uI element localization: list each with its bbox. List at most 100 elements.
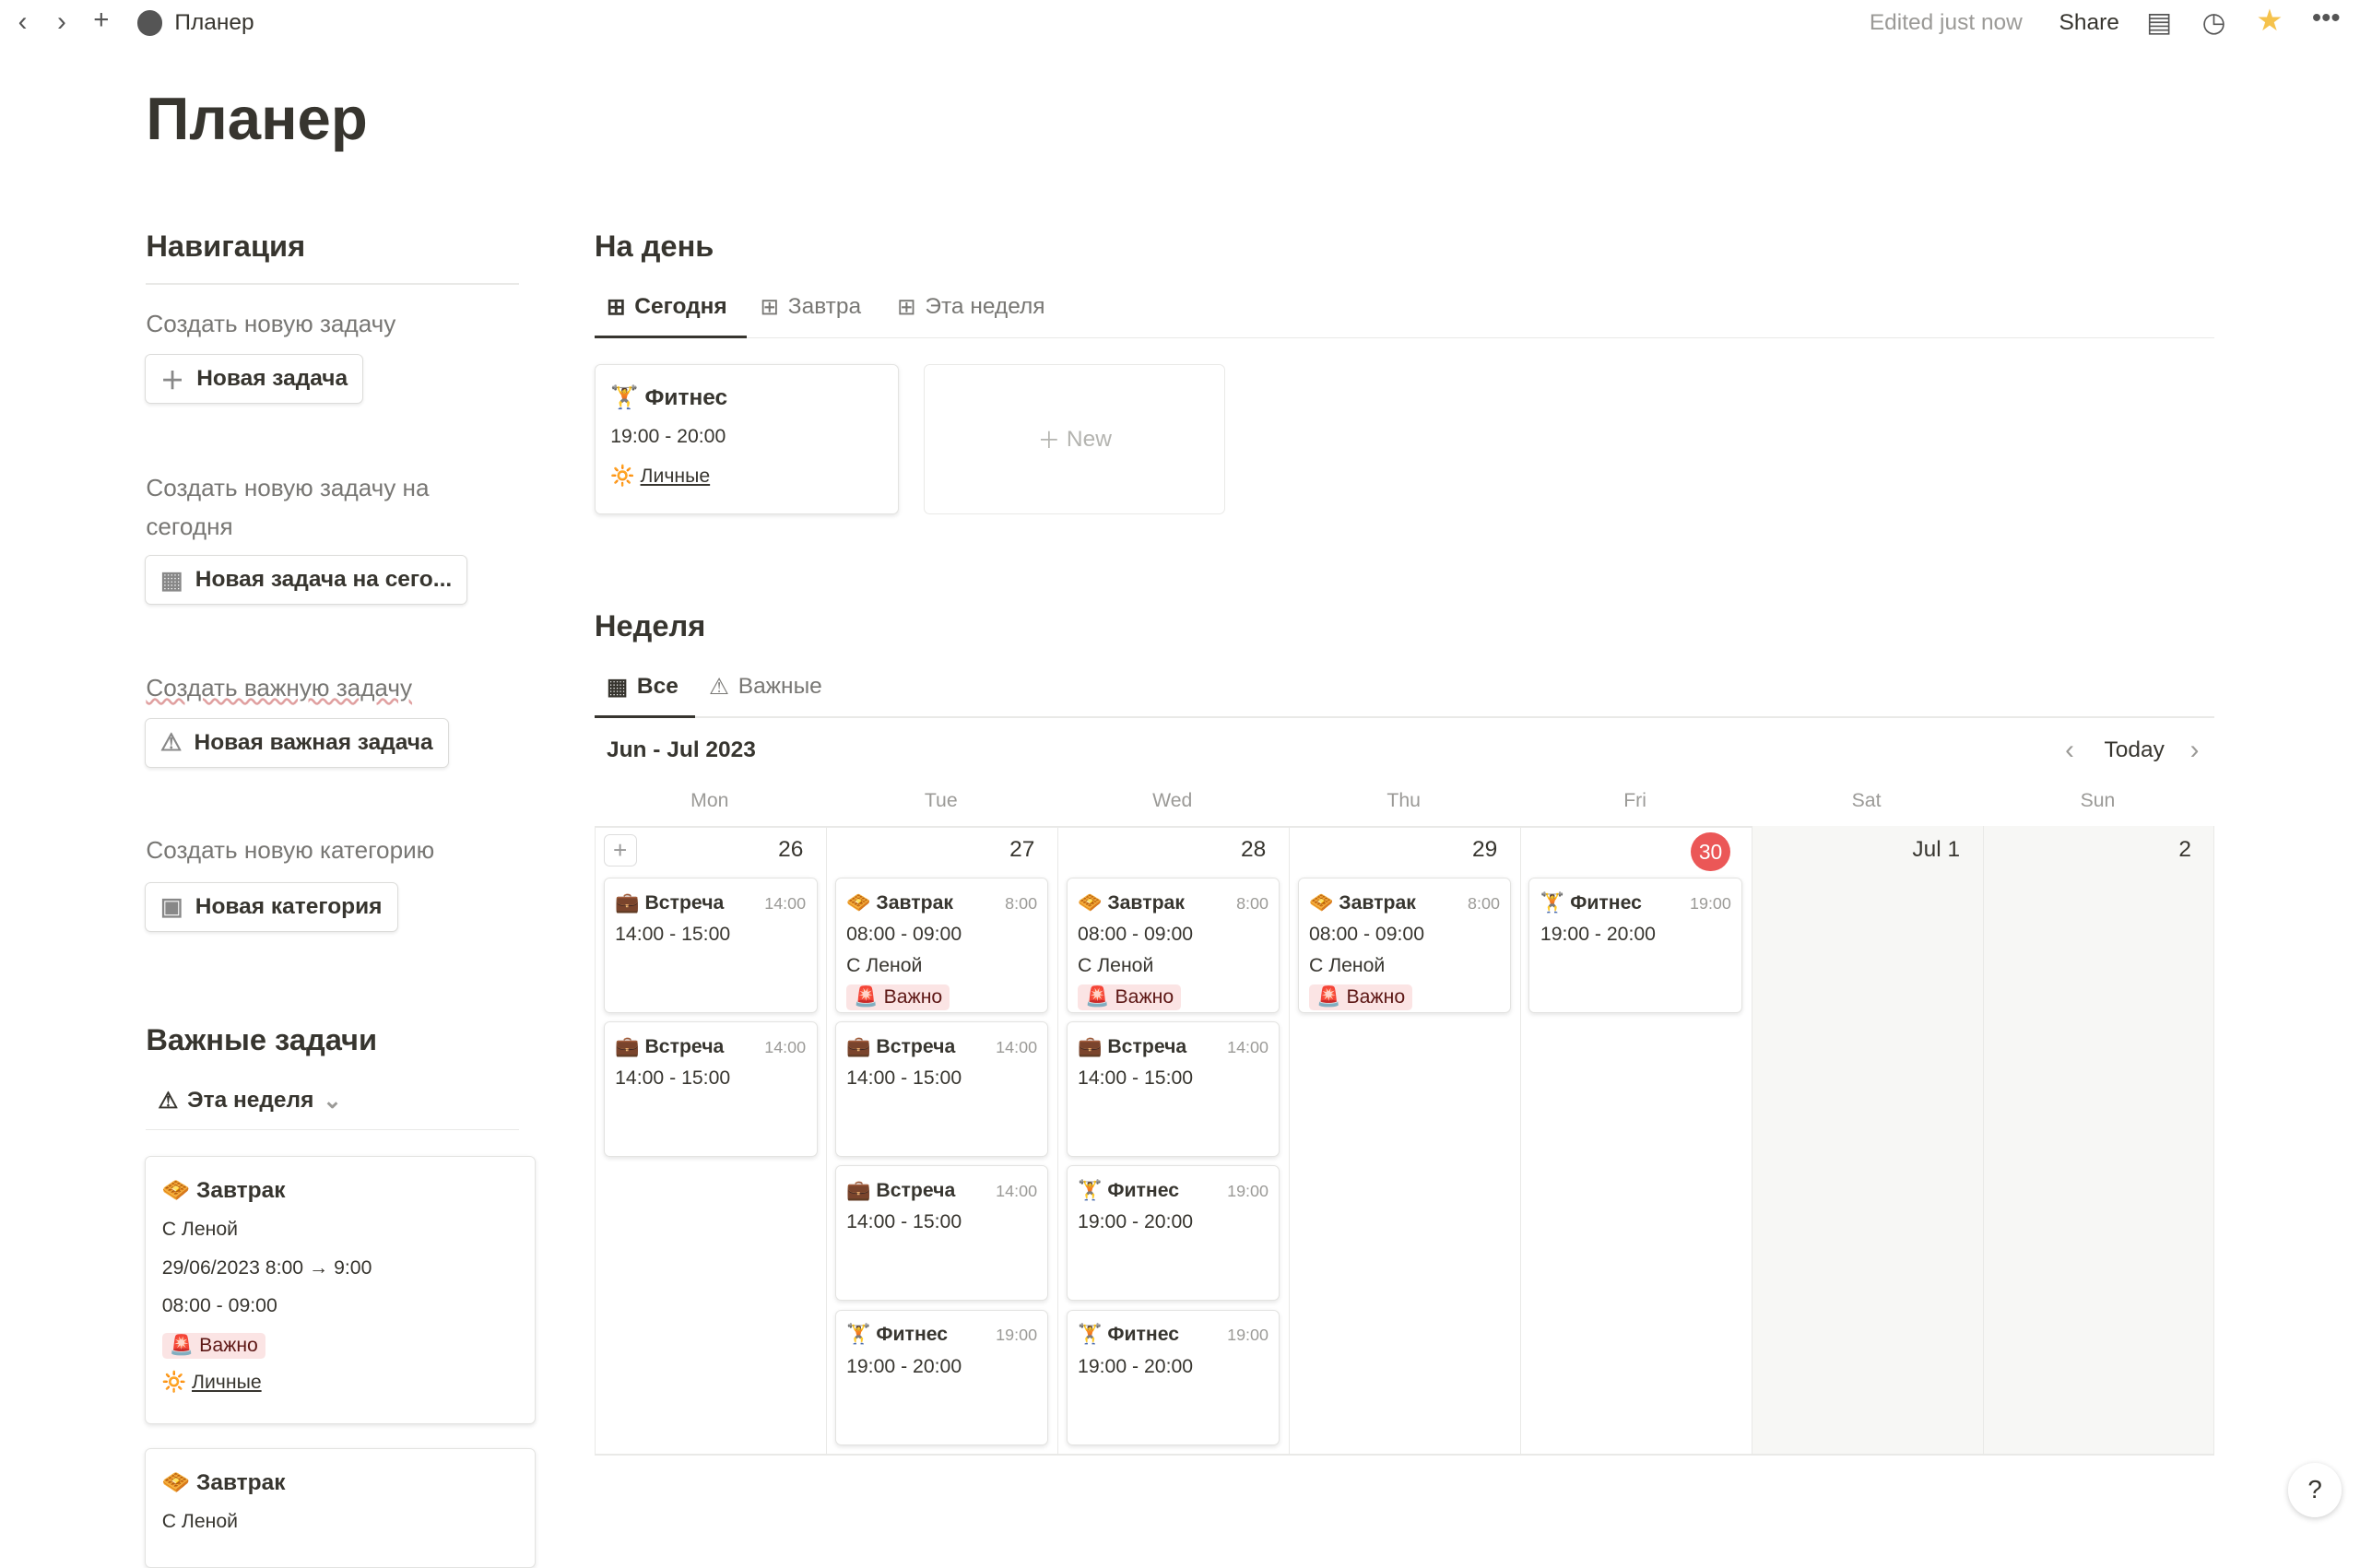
event-card[interactable]: 🏋 Фитнес 19:00 19:00 - 20:00 <box>1066 1165 1280 1302</box>
event-card[interactable]: 💼 Встреча 14:00 14:00 - 15:00 <box>603 877 818 1013</box>
event-card[interactable]: 💼 Встреча 14:00 14:00 - 15:00 <box>834 1165 1049 1302</box>
chevron-down-icon: ⌄ <box>323 1088 342 1114</box>
prev-week-icon[interactable]: ‹ <box>2065 735 2074 766</box>
important-tag: 🚨 Важно <box>846 984 950 1011</box>
plus-icon[interactable]: + <box>93 5 109 36</box>
event-title-row: 💼 Встреча 14:00 <box>615 1032 806 1063</box>
event-title: 💼 Встреча <box>615 891 725 914</box>
event-start: 14:00 <box>1227 1037 1268 1056</box>
card-note: С Леной <box>161 1510 239 1532</box>
weekday-label: Mon <box>690 790 729 812</box>
weekday-label: Sat <box>1851 790 1882 812</box>
event-title: 🏋 Фитнес <box>1078 1324 1180 1346</box>
today-button[interactable]: Today <box>2105 737 2165 763</box>
divider <box>146 282 520 285</box>
grid-icon: ⊞ <box>897 295 916 321</box>
event-time: 19:00 - 20:00 <box>1540 923 1656 945</box>
help-button[interactable]: ? <box>2288 1463 2342 1517</box>
event-card[interactable]: 🧇 Завтрак 8:00 08:00 - 09:00 С Леной 🚨 Ва… <box>1066 877 1280 1013</box>
tab-all[interactable]: ▦ Все <box>607 673 678 701</box>
comments-icon[interactable]: ▤ <box>2146 6 2172 39</box>
event-title-row: 🏋 Фитнес 19:00 <box>1078 1175 1268 1207</box>
event-time: 08:00 - 09:00 <box>1078 923 1194 945</box>
event-title-row: 💼 Встреча 14:00 <box>1078 1032 1268 1063</box>
event-title: 🧇 Завтрак <box>1078 891 1185 914</box>
new-task-button[interactable]: ＋ Новая задача <box>144 353 364 404</box>
divider <box>594 716 2214 718</box>
event-time: 08:00 - 09:00 <box>1308 923 1425 945</box>
event-time: 19:00 - 20:00 <box>1078 1211 1194 1233</box>
important-tag: 🚨 Важно <box>161 1332 266 1359</box>
day-cell[interactable] <box>1982 826 2214 1455</box>
weekday-label: Tue <box>924 790 958 812</box>
favorite-star-icon[interactable]: ★ <box>2256 3 2283 38</box>
event-card[interactable]: 🏋 Фитнес 19:00 19:00 - 20:00 <box>834 1309 1049 1445</box>
grid-icon: ⊞ <box>760 295 780 321</box>
event-note: С Леной <box>1308 955 1386 977</box>
forward-icon[interactable]: › <box>57 6 66 38</box>
tag-text: Важно <box>1346 986 1406 1008</box>
day-number-today: 30 <box>1691 831 1730 872</box>
grid-icon: ⊞ <box>606 295 626 321</box>
event-start: 8:00 <box>1468 893 1500 913</box>
event-time: 19:00 - 20:00 <box>1078 1355 1194 1377</box>
new-today-task-button[interactable]: ▦ Новая задача на сего... <box>144 555 468 606</box>
event-time: 08:00 - 09:00 <box>846 923 962 945</box>
event-card[interactable]: 💼 Встреча 14:00 14:00 - 15:00 <box>603 1021 818 1158</box>
event-start: 19:00 <box>1690 893 1731 913</box>
important-heading: Важные задачи <box>146 1021 378 1056</box>
day-number: Jul 1 <box>1912 836 1961 862</box>
event-card[interactable]: 🧇 Завтрак 8:00 08:00 - 09:00 С Леной 🚨 Ва… <box>834 877 1049 1013</box>
category-tag: 🔆 Личные <box>161 1372 262 1394</box>
share-button[interactable]: Share <box>2059 10 2119 36</box>
important-card[interactable]: 🧇 Завтрак С Леной <box>144 1447 537 1568</box>
breadcrumb[interactable]: Планер <box>174 10 254 36</box>
divider <box>594 336 2214 339</box>
important-tag: 🚨 Важно <box>1078 984 1182 1011</box>
new-important-task-button[interactable]: ⚠ Новая важная задача <box>144 717 449 768</box>
event-card[interactable]: 🏋 Фитнес 19:00 19:00 - 20:00 <box>1066 1309 1280 1445</box>
title-text: Встреча <box>1107 1035 1187 1057</box>
title-text: Встреча <box>644 891 725 914</box>
event-card[interactable]: 💼 Встреча 14:00 14:00 - 15:00 <box>1066 1021 1280 1158</box>
event-card[interactable]: 🧇 Завтрак 8:00 08:00 - 09:00 С Леной 🚨 Ва… <box>1297 877 1512 1013</box>
important-tag: 🚨 Важно <box>1308 984 1413 1011</box>
next-week-icon[interactable]: › <box>2190 735 2200 766</box>
view-selector[interactable]: ⚠ Эта неделя ⌄ <box>158 1087 341 1114</box>
edited-status: Edited just now <box>1869 10 2023 36</box>
gallery-card[interactable]: 🏋 Фитнес 19:00 - 20:00 🔆 Личные <box>594 364 899 515</box>
event-start: 19:00 <box>1227 1326 1268 1345</box>
add-event-button[interactable]: + <box>603 833 637 867</box>
card-title: 🏋 Фитнес <box>610 384 728 410</box>
event-card[interactable]: 🏋 Фитнес 19:00 19:00 - 20:00 <box>1528 877 1743 1013</box>
nav-label: Создать важную задачу <box>146 673 413 701</box>
event-title: 💼 Встреча <box>1078 1035 1187 1057</box>
more-icon[interactable]: ••• <box>2312 3 2341 34</box>
tab-this-week[interactable]: ⊞ Эта неделя <box>897 293 1045 321</box>
new-card-button[interactable]: ＋ New <box>924 364 1225 515</box>
title-text: Встреча <box>876 1180 956 1202</box>
tab-tomorrow[interactable]: ⊞ Завтра <box>761 293 862 321</box>
event-title: 🏋 Фитнес <box>1540 891 1642 914</box>
event-card[interactable]: 💼 Встреча 14:00 14:00 - 15:00 <box>834 1021 1049 1158</box>
tab-important[interactable]: ⚠ Важные <box>709 673 822 701</box>
day-cell[interactable] <box>1751 826 1983 1455</box>
calendar-icon: ▦ <box>160 565 183 594</box>
title-text: Встреча <box>876 1035 956 1057</box>
history-icon[interactable]: ◷ <box>2202 6 2226 39</box>
tab-label: Сегодня <box>634 294 727 320</box>
tab-today[interactable]: ⊞ Сегодня <box>607 293 727 321</box>
back-icon[interactable]: ‹ <box>18 6 28 38</box>
calendar-icon: ▦ <box>606 674 629 700</box>
important-card[interactable]: 🧇 Завтрак С Леной 29/06/2023 8:00 → 9:00… <box>144 1155 537 1424</box>
plus-icon: ＋ <box>160 366 185 395</box>
event-note: С Леной <box>1078 955 1154 977</box>
title-text: Встреча <box>644 1035 725 1057</box>
week-heading: Неделя <box>594 607 706 643</box>
event-start: 19:00 <box>1227 1182 1268 1201</box>
active-tab-indicator <box>594 336 747 339</box>
new-category-button[interactable]: ▣ Новая категория <box>144 881 398 932</box>
event-time: 14:00 - 15:00 <box>615 923 731 945</box>
title-text: Фитнес <box>876 1324 949 1346</box>
card-title: 🧇 Завтрак <box>161 1469 286 1495</box>
